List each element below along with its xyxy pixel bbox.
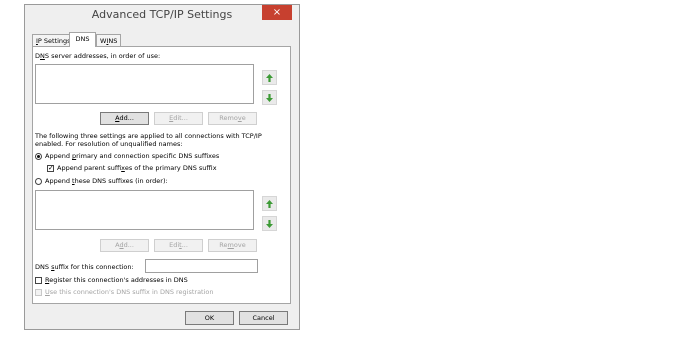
info-text-line2: enabled. For resolution of unqualified n…	[35, 140, 183, 148]
info-text-line1: The following three settings are applied…	[35, 132, 262, 140]
advanced-tcpip-dialog: Advanced TCP/IP Settings × IP Settings D…	[24, 4, 300, 330]
append-primary-radio[interactable]	[35, 153, 42, 160]
append-parent-checkbox[interactable]: ✓	[47, 165, 54, 172]
append-these-radio[interactable]	[35, 178, 42, 185]
edit-button[interactable]: Edit...	[154, 112, 203, 125]
title-bar[interactable]: Advanced TCP/IP Settings ×	[25, 5, 299, 24]
remove-button[interactable]: Remove	[208, 112, 257, 125]
remove-suffix-button[interactable]: Remove	[208, 239, 257, 252]
register-addresses-label: Register this connection's addresses in …	[45, 276, 188, 284]
dns-suffix-list[interactable]	[35, 190, 254, 230]
use-suffix-checkbox[interactable]	[35, 289, 42, 296]
ok-button[interactable]: OK	[185, 311, 234, 325]
register-addresses-checkbox[interactable]	[35, 277, 42, 284]
edit-suffix-button[interactable]: Edit...	[154, 239, 203, 252]
arrow-up-icon	[266, 73, 273, 82]
arrow-up-icon	[266, 199, 273, 208]
arrow-down-icon	[266, 93, 273, 102]
append-parent-label: Append parent suffixes of the primary DN…	[57, 164, 217, 172]
append-primary-label: Append primary and connection specific D…	[45, 152, 220, 160]
tab-dns[interactable]: DNS	[69, 32, 96, 47]
dns-server-list[interactable]	[35, 64, 254, 104]
move-up-button[interactable]	[262, 70, 277, 85]
move-down-button[interactable]	[262, 90, 277, 105]
tab-wins[interactable]: WINS	[96, 34, 122, 46]
dns-suffix-input[interactable]	[145, 259, 258, 273]
append-these-label: Append these DNS suffixes (in order):	[45, 177, 168, 185]
add-button[interactable]: Add...	[100, 112, 149, 125]
add-suffix-button[interactable]: Add...	[100, 239, 149, 252]
dns-tab-panel: DNS server addresses, in order of use: A…	[32, 46, 291, 304]
arrow-down-icon	[266, 219, 273, 228]
suffix-move-down-button[interactable]	[262, 216, 277, 231]
dns-suffix-label: DNS suffix for this connection:	[35, 263, 134, 271]
close-button[interactable]: ×	[262, 5, 292, 20]
use-suffix-label: Use this connection's DNS suffix in DNS …	[45, 288, 214, 296]
dns-server-label: DNS server addresses, in order of use:	[35, 52, 161, 60]
suffix-move-up-button[interactable]	[262, 196, 277, 211]
window-title: Advanced TCP/IP Settings	[91, 8, 233, 21]
cancel-button[interactable]: Cancel	[239, 311, 288, 325]
